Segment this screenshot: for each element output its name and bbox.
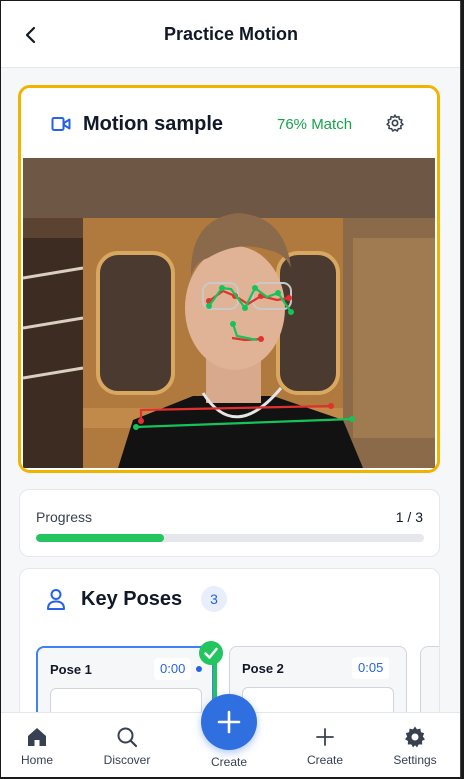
person-icon <box>47 589 65 610</box>
nav-label: Create <box>306 753 344 767</box>
progress-count: 1 / 3 <box>395 509 423 525</box>
create-fab-button[interactable] <box>201 694 257 750</box>
plus-icon <box>217 710 241 734</box>
app-frame: Practice Motion Motion sample 76% Match <box>1 1 461 777</box>
gear-icon <box>405 726 425 748</box>
search-icon <box>117 727 138 748</box>
nav-create[interactable]: Create <box>285 713 365 777</box>
video-icon <box>51 117 71 131</box>
top-bar: Practice Motion <box>1 1 460 68</box>
create-fab-label: Create <box>210 755 248 769</box>
pose-time: 0:00 <box>154 658 192 680</box>
check-icon <box>204 647 218 659</box>
nav-home[interactable]: Home <box>1 713 77 777</box>
gear-icon <box>386 114 404 132</box>
camera-feed <box>23 158 435 468</box>
pose-name: Pose 2 <box>242 661 284 676</box>
pose-name: Pose 1 <box>50 662 92 677</box>
pose-completed-check <box>199 641 223 665</box>
nav-discover[interactable]: Discover <box>87 713 167 777</box>
nav-settings[interactable]: Settings <box>375 713 455 777</box>
nav-label: Home <box>20 753 53 767</box>
pose-time: 0:05 <box>352 657 390 679</box>
progress-bar <box>36 534 424 542</box>
key-poses-title: Key Poses <box>81 588 183 610</box>
motion-sample-title: Motion sample <box>83 113 224 135</box>
progress-card: Progress 1 / 3 <box>19 489 440 557</box>
key-poses-count-badge: 3 <box>201 586 227 612</box>
camera-scene <box>23 158 435 468</box>
plus-icon <box>316 728 334 746</box>
match-percentage: 76% Match <box>277 116 353 133</box>
progress-bar-fill <box>36 534 165 542</box>
page-title: Practice Motion <box>163 24 299 44</box>
motion-settings-button[interactable] <box>385 113 405 133</box>
motion-sample-card: Motion sample 76% Match <box>18 85 440 473</box>
home-icon <box>28 728 46 746</box>
nav-label: Settings <box>393 753 437 767</box>
pose-current-indicator <box>196 666 202 672</box>
progress-label: Progress <box>36 509 93 525</box>
nav-label: Discover <box>103 753 151 767</box>
motion-sample-header: Motion sample 76% Match <box>21 88 437 158</box>
